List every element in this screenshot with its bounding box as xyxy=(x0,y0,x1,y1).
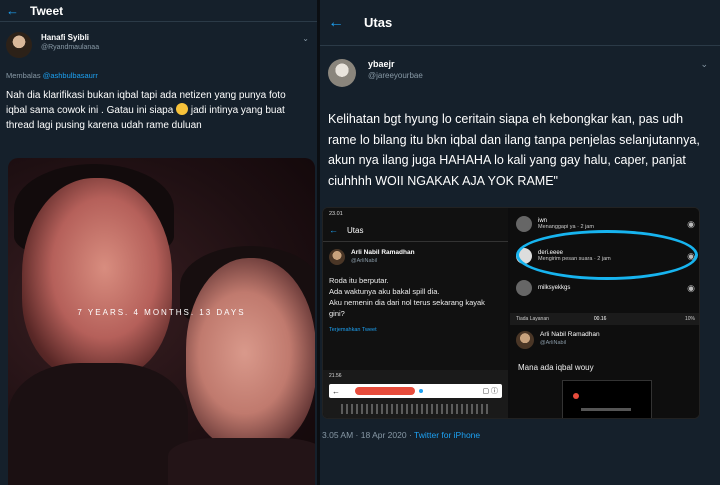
status-time: 23.01 xyxy=(329,211,343,217)
reply-context: Membalas @ashbulbasaurr xyxy=(0,58,317,80)
author-name[interactable]: ybaejr xyxy=(368,59,423,69)
redaction-mark xyxy=(355,387,415,395)
screenshot-author: Arli Nabil Ramadhan @ArliNabil xyxy=(323,242,508,265)
highlight-circle xyxy=(516,230,698,280)
back-arrow-icon: ← xyxy=(332,386,340,396)
tweet-meta: 3.05 AM · 18 Apr 2020 · Twitter for iPho… xyxy=(322,430,480,440)
status-time-bottom: 21.56 xyxy=(329,373,342,379)
back-arrow-icon[interactable]: ← xyxy=(328,14,352,31)
screenshot-author-name: Arli Nabil Ramadhan xyxy=(351,249,415,256)
screenshot-author: Arli Nabil Ramadhan @ArliNabil xyxy=(510,325,699,349)
tweet-author[interactable]: ybaejr @jareeyourbae ⌄ xyxy=(320,46,720,87)
screenshot-thumbnail xyxy=(562,380,652,418)
tweet-media[interactable]: 23.01 ← Utas Arli Nabil Ramadhan @ArliNa… xyxy=(322,207,700,419)
avatar xyxy=(516,331,534,349)
screenshot-right: iwn Menanggapi ya · 2 jam ◉ deri.eeee Me… xyxy=(510,208,699,418)
avatar[interactable] xyxy=(6,32,32,58)
status-bar: Tiada Layanan 00.16 10% xyxy=(510,313,699,325)
photo-person-left xyxy=(22,178,172,378)
tweet-text: Kelihatan bgt hyung lo ceritain siapa eh… xyxy=(328,112,700,188)
avatar xyxy=(516,280,532,296)
photo-person-right xyxy=(186,258,315,448)
screenshot-translate-link: Terjemahkan Tweet xyxy=(329,327,377,333)
screenshot-author-name: Arli Nabil Ramadhan xyxy=(540,331,600,338)
reply-mention-link[interactable]: @ashbulbasaurr xyxy=(43,71,98,80)
timestamp[interactable]: 3.05 AM · 18 Apr 2020 · xyxy=(322,430,414,440)
camera-icon: ◉ xyxy=(687,218,695,229)
tweet-text: Nah dia klarifikasi bukan iqbal tapi ada… xyxy=(0,80,317,133)
screenshot-header: ← Utas xyxy=(323,220,508,242)
screenshot-chat-bar: 21.56 ← ▢ ⓘ xyxy=(323,370,508,418)
author-handle[interactable]: @Ryandmaulanaa xyxy=(41,44,99,51)
screenshot-left: 23.01 ← Utas Arli Nabil Ramadhan @ArliNa… xyxy=(323,208,508,418)
tweet-photo[interactable]: 7 YEARS. 4 MONTHS. 13 DAYS xyxy=(8,158,315,485)
chevron-down-icon[interactable]: ⌄ xyxy=(700,59,708,70)
author-name[interactable]: Hanafi Syibli xyxy=(41,33,99,42)
screenshot-message: Mana ada iqbal wouy xyxy=(518,363,594,372)
page-title: Tweet xyxy=(30,3,64,18)
screenshot-author-handle: @ArliNabil xyxy=(351,258,378,264)
reply-prefix: Membalas xyxy=(6,71,41,80)
avatar xyxy=(516,216,532,232)
tweet-author[interactable]: Hanafi Syibli @Ryandmaulanaa ⌄ xyxy=(0,22,317,58)
right-thread-panel: ← Utas ybaejr @jareeyourbae ⌄ Kelihatan … xyxy=(320,0,720,485)
voice-waveform xyxy=(341,404,490,414)
screenshot-tweet-text: Roda itu berputar. Ada waktunya aku baka… xyxy=(329,276,485,318)
back-arrow-icon[interactable]: ← xyxy=(6,4,24,17)
verified-dot-icon xyxy=(419,389,423,393)
avatar xyxy=(329,249,345,265)
screenshot-title: Utas xyxy=(347,226,364,235)
right-header: ← Utas xyxy=(320,0,720,46)
thread-title: Utas xyxy=(364,15,393,30)
camera-icon: ◉ xyxy=(687,282,695,293)
chevron-down-icon[interactable]: ⌄ xyxy=(302,34,309,43)
left-tweet-panel: ← Tweet Hanafi Syibli @Ryandmaulanaa ⌄ M… xyxy=(0,0,317,485)
author-handle[interactable]: @jareeyourbae xyxy=(368,71,423,80)
upside-down-face-emoji-icon xyxy=(176,103,189,115)
back-arrow-icon: ← xyxy=(329,225,338,235)
photo-overlay-text: 7 YEARS. 4 MONTHS. 13 DAYS xyxy=(77,308,246,317)
video-camera-icon: ▢ ⓘ xyxy=(482,388,498,395)
screenshot-author-handle: @ArliNabil xyxy=(540,340,567,346)
avatar[interactable] xyxy=(328,59,356,87)
status-bar: 23.01 xyxy=(323,208,508,220)
left-header: ← Tweet xyxy=(0,0,317,22)
source-link[interactable]: Twitter for iPhone xyxy=(414,430,480,440)
